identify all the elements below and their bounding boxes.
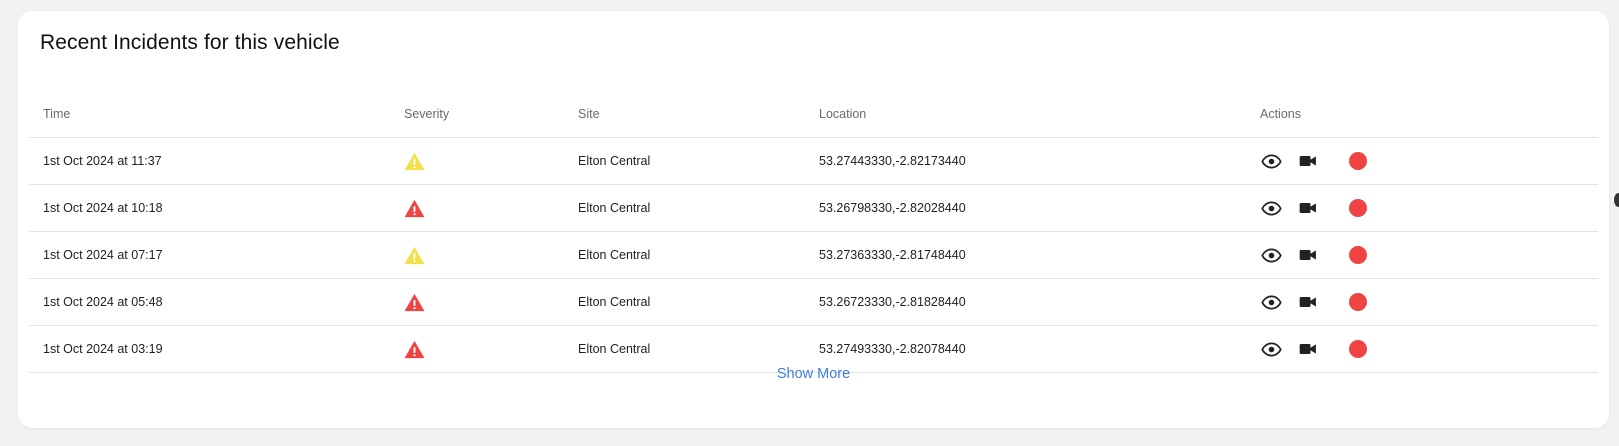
column-header-site[interactable]: Site: [578, 90, 600, 137]
record-dot: [1349, 293, 1367, 311]
record-dot: [1349, 152, 1367, 170]
alert-triangle-icon: [404, 340, 425, 359]
record-dot-icon[interactable]: [1348, 339, 1368, 359]
table-row[interactable]: 1st Oct 2024 at 07:17 Elton Central 53.273…: [29, 232, 1598, 279]
record-dot-icon[interactable]: [1348, 292, 1368, 312]
video-camera-icon[interactable]: [1297, 197, 1319, 219]
cell-location: 53.27363330,-2.81748440: [819, 248, 966, 262]
column-header-location[interactable]: Location: [819, 90, 866, 137]
column-header-severity[interactable]: Severity: [404, 90, 449, 137]
cell-severity: [404, 232, 425, 278]
cell-location: 53.26798330,-2.82028440: [819, 201, 966, 215]
cell-site: Elton Central: [578, 248, 651, 262]
cell-time: 1st Oct 2024 at 07:17: [43, 248, 163, 262]
video-camera-icon[interactable]: [1297, 244, 1319, 266]
cell-site: Elton Central: [578, 154, 651, 168]
record-dot: [1349, 246, 1367, 264]
video-camera-icon[interactable]: [1297, 338, 1319, 360]
table-body: 1st Oct 2024 at 11:37 Elton Central 53.274…: [29, 138, 1598, 373]
cell-site: Elton Central: [578, 201, 651, 215]
cell-time: 1st Oct 2024 at 11:37: [43, 154, 162, 168]
record-dot: [1349, 199, 1367, 217]
cell-actions: [1260, 279, 1368, 325]
incidents-table: Time Severity Site Location Actions 1st …: [29, 90, 1598, 373]
table-header: Time Severity Site Location Actions: [29, 90, 1598, 138]
video-camera-icon[interactable]: [1297, 150, 1319, 172]
eye-icon[interactable]: [1260, 197, 1282, 219]
eye-icon[interactable]: [1260, 150, 1282, 172]
cell-severity: [404, 279, 425, 325]
column-header-actions: Actions: [1260, 106, 1301, 121]
cell-location: 53.27443330,-2.82173440: [819, 154, 966, 168]
table-row[interactable]: 1st Oct 2024 at 11:37 Elton Central 53.274…: [29, 138, 1598, 185]
card-title: Recent Incidents for this vehicle: [40, 31, 340, 54]
alert-triangle-icon: [404, 293, 425, 312]
table-row[interactable]: 1st Oct 2024 at 10:18 Elton Central 53.267…: [29, 185, 1598, 232]
cell-severity: [404, 138, 425, 184]
record-dot-icon[interactable]: [1348, 245, 1368, 265]
warning-triangle-icon: [404, 246, 425, 265]
cell-site: Elton Central: [578, 295, 651, 309]
table-row[interactable]: 1st Oct 2024 at 05:48 Elton Central 53.267…: [29, 279, 1598, 326]
video-camera-icon[interactable]: [1297, 291, 1319, 313]
cell-severity: [404, 185, 425, 231]
record-dot: [1349, 340, 1367, 358]
cell-location: 53.26723330,-2.81828440: [819, 295, 966, 309]
cell-time: 1st Oct 2024 at 10:18: [43, 201, 163, 215]
cell-actions: [1260, 138, 1368, 184]
eye-icon[interactable]: [1260, 338, 1282, 360]
show-more-link[interactable]: Show More: [18, 366, 1609, 382]
alert-triangle-icon: [404, 199, 425, 218]
cell-time: 1st Oct 2024 at 05:48: [43, 295, 163, 309]
eye-icon[interactable]: [1260, 291, 1282, 313]
eye-icon[interactable]: [1260, 244, 1282, 266]
column-header-time[interactable]: Time: [43, 90, 70, 137]
warning-triangle-icon: [404, 152, 425, 171]
record-dot-icon[interactable]: [1348, 198, 1368, 218]
cell-actions: [1260, 232, 1368, 278]
cell-actions: [1260, 185, 1368, 231]
record-dot-icon[interactable]: [1348, 151, 1368, 171]
scroll-handle[interactable]: [1614, 193, 1619, 207]
incidents-card: Recent Incidents for this vehicle Time S…: [18, 11, 1609, 428]
